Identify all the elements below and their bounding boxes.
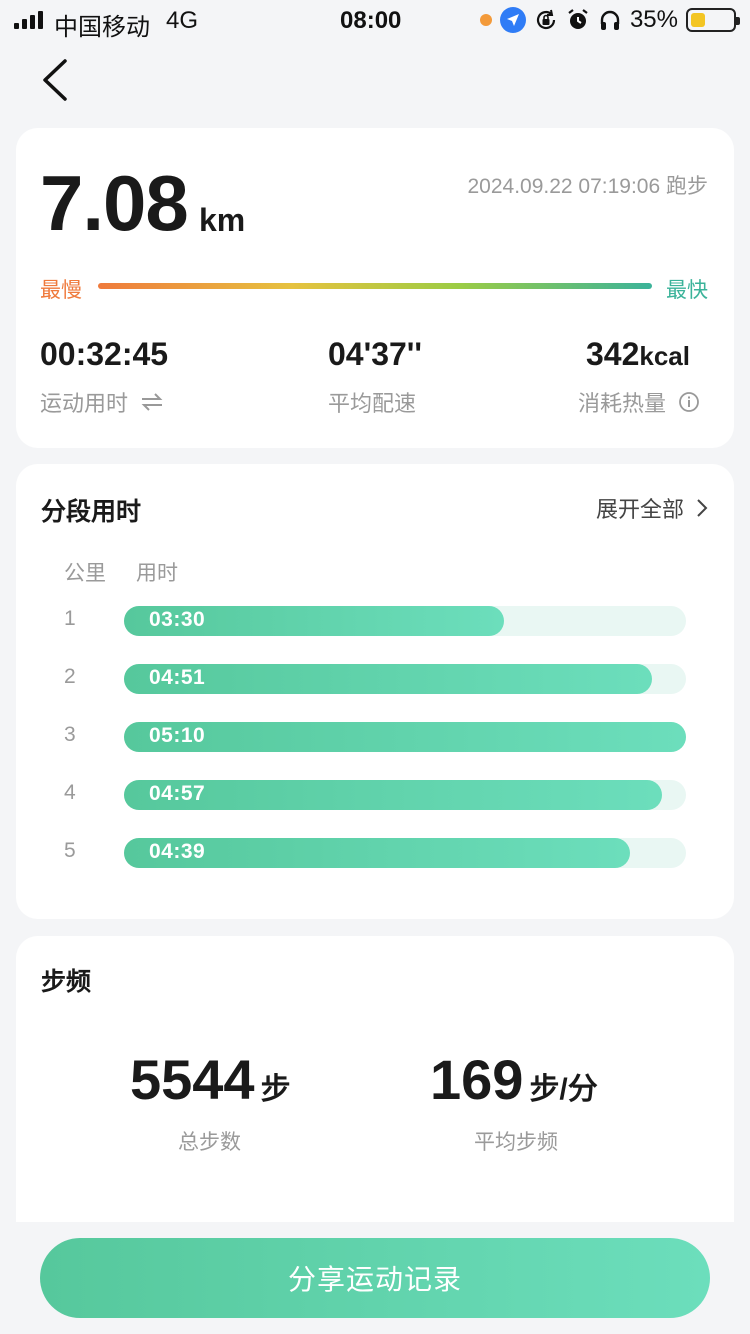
battery-percent: 35%: [629, 6, 678, 33]
split-row: 5 04:39: [16, 838, 734, 868]
split-km: 1: [64, 607, 76, 630]
back-button[interactable]: [30, 55, 80, 105]
split-km: 4: [64, 781, 76, 804]
column-time: 用时: [136, 562, 178, 585]
alarm-icon: [568, 9, 588, 29]
info-icon: [679, 392, 699, 412]
swap-icon: [141, 393, 163, 411]
total-steps-value: 5544 步: [130, 1052, 291, 1108]
splits-card: 分段用时 展开全部 公里 用时 1 03:30 2 04:51 3 05:10: [16, 464, 734, 919]
split-bar: 04:51: [124, 664, 652, 694]
split-bar-track: 05:10: [124, 722, 686, 752]
total-steps-unit: 步: [260, 1073, 291, 1106]
avg-cadence-value: 169 步/分: [430, 1052, 598, 1108]
fastest-label: 最快: [666, 279, 708, 302]
duration-value: 00:32:45: [40, 336, 169, 372]
avg-pace-label: 平均配速: [328, 391, 417, 416]
avg-cadence-label: 平均步频: [474, 1131, 558, 1154]
calories-label: 消耗热量: [578, 391, 667, 416]
location-icon: [499, 7, 526, 33]
distance-value: 7.08: [40, 159, 189, 247]
calories-info[interactable]: 消耗热量: [578, 386, 700, 418]
total-steps-label: 总步数: [178, 1131, 241, 1154]
signal-icon: [14, 11, 43, 29]
share-workout-button[interactable]: 分享运动记录: [40, 1238, 710, 1318]
split-time: 04:57: [149, 782, 206, 805]
column-km: 公里: [64, 562, 106, 585]
duration-toggle[interactable]: 运动用时: [40, 386, 164, 418]
split-row: 4 04:57: [16, 780, 734, 810]
split-time: 03:30: [149, 608, 206, 631]
bottom-bar: 分享运动记录: [0, 1222, 750, 1334]
avg-cadence-unit: 步/分: [529, 1073, 598, 1106]
split-bar: 04:39: [124, 838, 630, 868]
splits-title: 分段用时: [41, 498, 142, 526]
status-bar: 中国移动 4G 08:00 35%: [0, 0, 750, 41]
split-bar-track: 03:30: [124, 606, 686, 636]
rotation-lock-icon: [536, 9, 556, 30]
network-type: 4G: [166, 7, 199, 34]
cadence-card: 步频 5544 步 总步数 169 步/分 平均步频: [16, 936, 734, 1226]
split-bar: 05:10: [124, 722, 686, 752]
split-row: 1 03:30: [16, 606, 734, 636]
battery-icon: [686, 8, 740, 32]
split-km: 3: [64, 723, 76, 746]
distance-unit: km: [199, 202, 246, 238]
total-steps-number: 5544: [130, 1048, 255, 1111]
headphones-icon: [600, 10, 620, 30]
calories-value: 342kcal: [586, 338, 690, 370]
split-time: 04:39: [149, 840, 206, 863]
pace-gradient-bar: [98, 283, 652, 289]
workout-datetime: 2024.09.22 07:19:06 跑步: [467, 175, 708, 198]
privacy-indicator-icon: [479, 14, 492, 26]
carrier-name: 中国移动: [54, 14, 150, 41]
split-time: 05:10: [149, 724, 206, 747]
duration-label: 运动用时: [40, 391, 129, 416]
avg-pace-value: 04'37'': [328, 336, 423, 372]
cadence-title: 步频: [41, 968, 92, 996]
chevron-left-icon: [43, 59, 67, 101]
split-bar: 03:30: [124, 606, 505, 636]
avg-cadence-number: 169: [430, 1048, 524, 1111]
split-km: 5: [64, 839, 76, 862]
status-time: 08:00: [340, 7, 402, 34]
split-bar: 04:57: [124, 780, 663, 810]
split-row: 3 05:10: [16, 722, 734, 752]
expand-all-label: 展开全部: [595, 497, 684, 522]
calories-number: 342: [586, 336, 640, 372]
summary-card: 7.08 km 2024.09.22 07:19:06 跑步 最慢 最快 00:…: [16, 128, 734, 448]
split-time: 04:51: [149, 666, 206, 689]
chevron-right-icon: [697, 499, 708, 517]
expand-all-button[interactable]: 展开全部: [596, 492, 708, 524]
split-row: 2 04:51: [16, 664, 734, 694]
slowest-label: 最慢: [40, 279, 82, 302]
calories-unit: kcal: [639, 341, 690, 371]
split-km: 2: [64, 665, 76, 688]
split-bar-track: 04:57: [124, 780, 686, 810]
split-bar-track: 04:39: [124, 838, 686, 868]
split-bar-track: 04:51: [124, 664, 686, 694]
